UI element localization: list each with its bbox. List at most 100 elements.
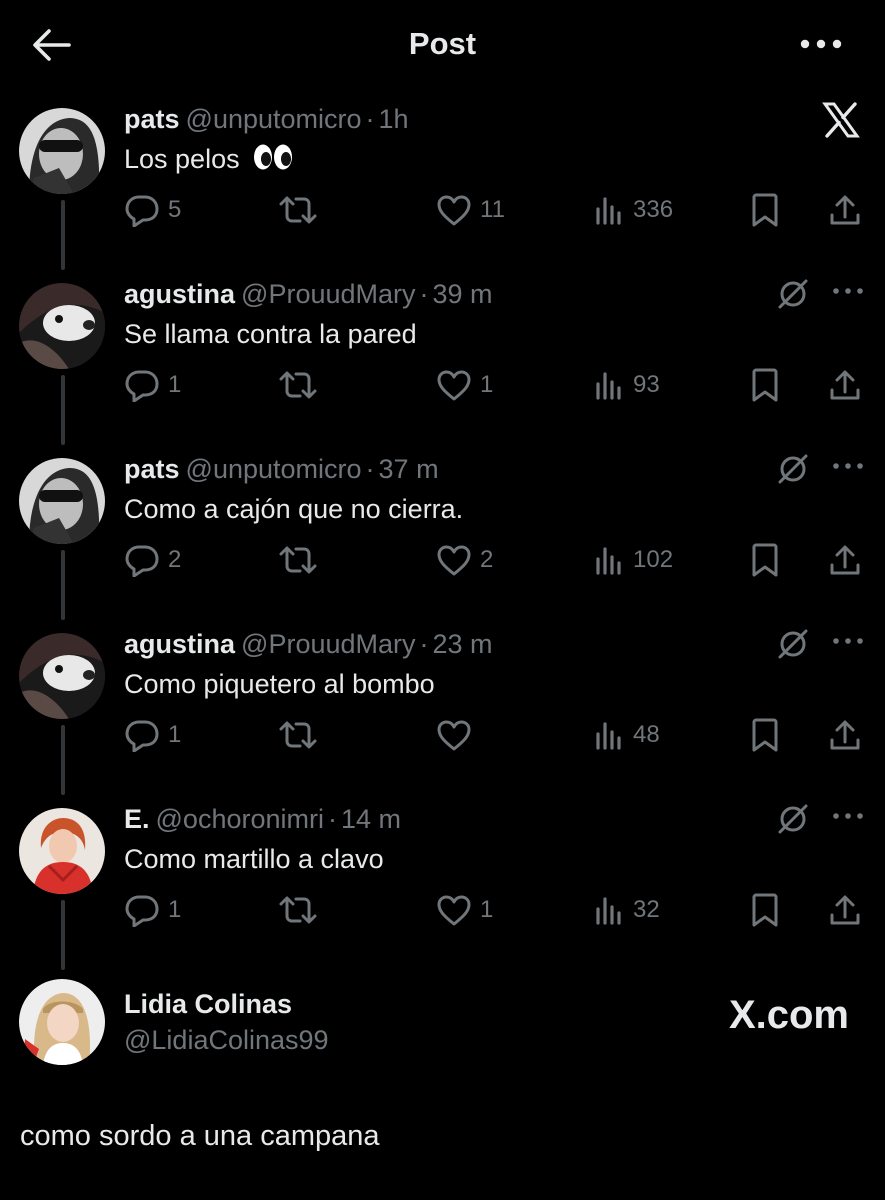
display-name[interactable]: E. bbox=[124, 804, 150, 834]
retweet-button[interactable] bbox=[278, 540, 326, 580]
x-logo-icon bbox=[822, 102, 860, 138]
view-count: 32 bbox=[633, 896, 660, 923]
tweet-header: agustina @ProuudMary · 39 m bbox=[124, 277, 493, 311]
like-button[interactable]: 11 bbox=[436, 190, 505, 230]
tweet-header: E. @ochoronimri · 14 m bbox=[124, 802, 401, 836]
display-name[interactable]: Lidia Colinas bbox=[124, 989, 292, 1020]
reply-button[interactable]: 1 bbox=[124, 365, 181, 405]
x-com-label: X.com bbox=[728, 993, 849, 1037]
username[interactable]: @ProuudMary bbox=[241, 279, 415, 309]
timestamp[interactable]: 39 m bbox=[433, 279, 493, 309]
tweet[interactable]: agustina @ProuudMary · 39 m Se llama contra… bbox=[0, 275, 885, 450]
eyes-emoji bbox=[253, 143, 293, 179]
heart-icon bbox=[437, 195, 471, 226]
bookmark-button[interactable] bbox=[750, 190, 780, 230]
tweet[interactable]: agustina @ProuudMary · 23 m Como piquetero … bbox=[0, 625, 885, 800]
avatar[interactable] bbox=[19, 633, 105, 719]
views-button[interactable]: 32 bbox=[595, 890, 660, 930]
display-name[interactable]: agustina bbox=[124, 279, 235, 309]
like-count: 1 bbox=[480, 896, 494, 923]
avatar[interactable] bbox=[19, 458, 105, 544]
tweet[interactable]: pats @unputomicro · 1h Los pelos 5 11 336 bbox=[0, 100, 885, 275]
avatar[interactable] bbox=[19, 108, 105, 194]
like-button[interactable]: 1 bbox=[436, 890, 493, 930]
tweet-header: agustina @ProuudMary · 23 m bbox=[124, 627, 493, 661]
views-button[interactable]: 336 bbox=[595, 190, 673, 230]
more-dots-icon[interactable] bbox=[828, 456, 868, 476]
reply-icon bbox=[125, 370, 159, 402]
timestamp[interactable]: 23 m bbox=[433, 629, 493, 659]
username[interactable]: @ProuudMary bbox=[241, 629, 415, 659]
display-name[interactable]: agustina bbox=[124, 629, 235, 659]
heart-icon bbox=[437, 370, 471, 401]
bookmark-button[interactable] bbox=[750, 715, 780, 755]
grok-icon[interactable] bbox=[776, 277, 810, 311]
retweet-button[interactable] bbox=[278, 190, 326, 230]
tweet-actions: 1 1 32 bbox=[0, 890, 885, 930]
top-bar: Post bbox=[0, 0, 885, 90]
like-count: 11 bbox=[480, 196, 505, 223]
timestamp[interactable]: 14 m bbox=[341, 804, 401, 834]
reply-button[interactable]: 1 bbox=[124, 890, 181, 930]
display-name[interactable]: pats bbox=[124, 454, 180, 484]
reply-icon bbox=[125, 895, 159, 927]
views-button[interactable]: 48 bbox=[595, 715, 660, 755]
username[interactable]: @unputomicro bbox=[186, 104, 362, 134]
reply-button[interactable]: 5 bbox=[124, 190, 181, 230]
reply-button[interactable]: 1 bbox=[124, 715, 181, 755]
share-button[interactable] bbox=[829, 190, 861, 230]
retweet-button[interactable] bbox=[278, 715, 326, 755]
share-button[interactable] bbox=[829, 890, 861, 930]
share-button[interactable] bbox=[829, 540, 861, 580]
username[interactable]: @ochoronimri bbox=[156, 804, 324, 834]
username[interactable]: @unputomicro bbox=[186, 454, 362, 484]
like-button[interactable]: 1 bbox=[436, 365, 493, 405]
reply-author: Lidia Colinas @LidiaColinas99 X.com bbox=[0, 975, 885, 1075]
avatar[interactable] bbox=[19, 808, 105, 894]
tweet[interactable]: E. @ochoronimri · 14 m Como martillo a clav… bbox=[0, 800, 885, 975]
retweet-icon bbox=[279, 196, 317, 224]
more-dots-icon[interactable] bbox=[828, 806, 868, 826]
more-options-button[interactable] bbox=[797, 24, 845, 64]
share-button[interactable] bbox=[829, 715, 861, 755]
like-count: 1 bbox=[480, 371, 494, 398]
bookmark-button[interactable] bbox=[750, 365, 780, 405]
separator-dot: · bbox=[419, 629, 429, 659]
username[interactable]: @LidiaColinas99 bbox=[124, 1025, 329, 1056]
retweet-icon bbox=[279, 546, 317, 574]
view-count: 48 bbox=[633, 721, 660, 748]
like-button[interactable] bbox=[436, 715, 480, 755]
share-icon bbox=[830, 195, 860, 225]
page-title: Post bbox=[408, 26, 477, 61]
timestamp[interactable]: 37 m bbox=[379, 454, 439, 484]
grok-icon[interactable] bbox=[776, 452, 810, 486]
tweet[interactable]: pats @unputomicro · 37 m Como a cajón que n… bbox=[0, 450, 885, 625]
more-dots-icon[interactable] bbox=[828, 631, 868, 651]
avatar[interactable] bbox=[19, 283, 105, 369]
x-com-brand: X.com bbox=[729, 993, 849, 1038]
views-button[interactable]: 93 bbox=[595, 365, 660, 405]
bookmark-icon bbox=[752, 893, 778, 927]
tweet-text-content: Los pelos bbox=[124, 144, 240, 174]
reply-icon bbox=[125, 545, 159, 577]
tweet-actions: 1 48 bbox=[0, 715, 885, 755]
views-button[interactable]: 102 bbox=[595, 540, 673, 580]
avatar[interactable] bbox=[19, 979, 105, 1065]
grok-icon[interactable] bbox=[776, 627, 810, 661]
share-button[interactable] bbox=[829, 365, 861, 405]
retweet-button[interactable] bbox=[278, 365, 326, 405]
bookmark-button[interactable] bbox=[750, 540, 780, 580]
like-button[interactable]: 2 bbox=[436, 540, 493, 580]
retweet-icon bbox=[279, 721, 317, 749]
retweet-button[interactable] bbox=[278, 890, 326, 930]
view-count: 93 bbox=[633, 371, 660, 398]
reply-button[interactable]: 2 bbox=[124, 540, 181, 580]
tweet-header: pats @unputomicro · 37 m bbox=[124, 452, 439, 486]
grok-icon[interactable] bbox=[776, 802, 810, 836]
bookmark-button[interactable] bbox=[750, 890, 780, 930]
tweet-actions: 1 1 93 bbox=[0, 365, 885, 405]
separator-dot: · bbox=[365, 454, 375, 484]
display-name[interactable]: pats bbox=[124, 104, 180, 134]
timestamp[interactable]: 1h bbox=[379, 104, 409, 134]
more-dots-icon[interactable] bbox=[828, 281, 868, 301]
